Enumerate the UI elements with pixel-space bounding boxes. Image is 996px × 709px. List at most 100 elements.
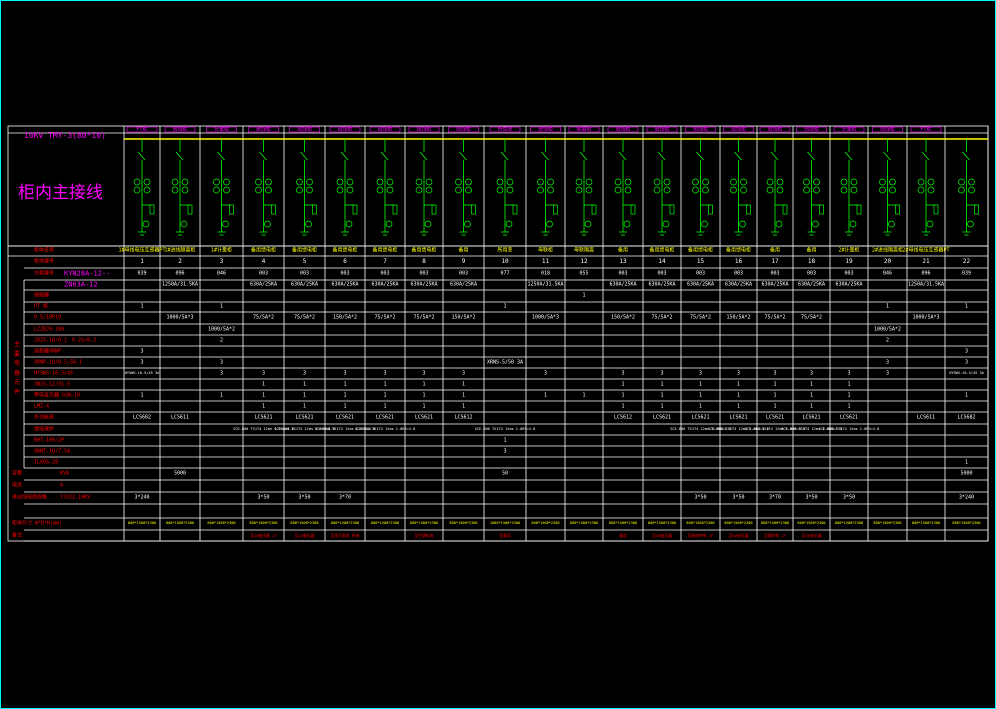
cell-remark: 至3#变压器 [801, 532, 822, 538]
header-cell: 出线柜 [172, 126, 188, 133]
header-cell: 出线柜 [337, 126, 353, 133]
cable-end-symbol [812, 220, 819, 228]
cell-sw_3: 1 [621, 403, 625, 409]
breaker-switch [921, 151, 930, 161]
breaker-switch [618, 151, 627, 161]
cell-sw_1: 1 [343, 381, 347, 387]
cell-fuse: XRNS-5/50 3A [486, 359, 524, 365]
ct-symbol [653, 186, 661, 194]
header-cell: 进线柜 [537, 126, 554, 133]
cell-ct_ratio: 150/5A*2 [332, 314, 358, 321]
cell-ammeter: LCS682 [132, 414, 152, 421]
cell-breaker: 630A/25KA [449, 281, 478, 288]
cell-dimension: 800*1500*2300 [724, 521, 753, 526]
cell-pt: 1 [219, 303, 224, 310]
cell-dimension: 800*1500*2300 [952, 521, 981, 526]
cell-cable: 3*50 [842, 494, 856, 501]
ct-symbol [958, 186, 965, 194]
arrester-symbol [895, 204, 900, 215]
cell-sw_2: 1 [621, 392, 625, 398]
arrester-symbol [591, 204, 597, 215]
ct-symbol [614, 186, 622, 194]
header-cell: 出线柜 [377, 126, 393, 133]
cell-sw_3: 1 [847, 403, 851, 409]
cell-sw_1: 1 [261, 381, 266, 387]
single-line-diagram [7, 125, 989, 542]
cell-dimension: 800*1500*2300 [911, 521, 941, 526]
cell-ct_fuse: 3 [140, 348, 144, 354]
panel-number: 17 [771, 258, 779, 265]
row-label-sw_2: 带电显示器 GSN-10 [34, 392, 81, 398]
cell-ct_ratio: 75/5A*2 [252, 314, 275, 321]
cell-breaker: 1250A/31.5KA [161, 281, 199, 288]
cable-end-symbol [967, 220, 974, 228]
cell-cable: 3*50 [732, 494, 745, 501]
cell-arrester: 3 [461, 370, 466, 376]
scheme-number: 018 [540, 270, 551, 277]
header-cell: PT柜 [920, 126, 932, 133]
cell-sw_2: 1 [809, 392, 814, 398]
breaker-switch [770, 151, 779, 161]
ct-symbol [213, 186, 220, 194]
panel-name: 备用 [458, 247, 469, 254]
ct-symbol [653, 178, 661, 186]
ct-symbol [766, 178, 774, 186]
ct-symbol [766, 186, 774, 194]
arrester-symbol [746, 204, 751, 215]
cell-dimension: 800*1500*2300 [290, 521, 319, 526]
cell-sw_1: 1 [809, 381, 814, 387]
row-label-breaker: ZN63A-12 [64, 280, 98, 289]
cell-arrester: 3 [543, 370, 548, 376]
ct-symbol [547, 178, 554, 186]
panel-name: 1#母线电压互感器PT [118, 247, 166, 254]
ct-symbol [803, 186, 810, 194]
cell-arrester: 3 [422, 370, 426, 376]
arrester-symbol [630, 204, 636, 215]
cell-dimension: 800*1500*2300 [873, 521, 902, 526]
scheme-number: 096 [921, 270, 931, 277]
scheme-number: 003 [733, 270, 744, 277]
row-label-earth: TLX05-28 [34, 459, 59, 465]
scheme-number: 003 [458, 270, 469, 277]
cell-cable: 3*70 [338, 494, 352, 501]
row-label-current-unit: A [60, 482, 64, 489]
cell-sw_1: 1 [736, 381, 741, 387]
breaker-switch [657, 151, 666, 161]
cell-sw_1: 1 [773, 381, 777, 387]
scheme-number: 096 [175, 270, 185, 277]
panel-number: 20 [883, 258, 892, 265]
cell-ct_ratio: 1000/5A*3 [912, 314, 940, 321]
cell-remark: 至空调机房 [414, 532, 434, 538]
scheme-number: 003 [419, 270, 429, 277]
cell-dimension: 800*1500*2300 [760, 521, 790, 526]
panel-number: 10 [501, 258, 509, 265]
cable-end-symbol [180, 220, 188, 228]
cell-sw_2: 1 [261, 392, 266, 398]
cell-sw_1: 1 [422, 381, 426, 387]
cell-sw_2: 1 [773, 392, 777, 398]
ct-symbol [223, 178, 230, 186]
cell-ammeter: LCS621 [729, 414, 748, 421]
ct-symbol [776, 186, 784, 194]
arrester-symbol [669, 204, 675, 215]
cell-ct_ratio: 1000/5A*3 [531, 314, 560, 321]
ct-symbol [776, 178, 784, 186]
cell-sw_2: 1 [698, 392, 703, 398]
row-label-capacity: 容量 [12, 470, 23, 477]
ct-symbol [702, 178, 709, 186]
ct-symbol [663, 186, 671, 194]
ct-symbol [465, 178, 472, 186]
ct-symbol [968, 178, 975, 186]
cable-end-symbol [505, 220, 513, 228]
ct-symbol [917, 178, 925, 186]
cell-ammeter: LCS621 [414, 414, 434, 421]
cell-earth: 1 [964, 459, 969, 465]
ct-symbol [306, 186, 313, 194]
ct-symbol [585, 178, 593, 186]
panel-number: 1 [140, 258, 144, 265]
ct-symbol [879, 186, 886, 194]
ct-symbol [740, 186, 747, 194]
panel-name: 备用馈电柜 [725, 247, 752, 254]
cell-ct_ratio: 75/5A*2 [800, 314, 823, 321]
cell-sw_2: 1 [582, 392, 586, 398]
